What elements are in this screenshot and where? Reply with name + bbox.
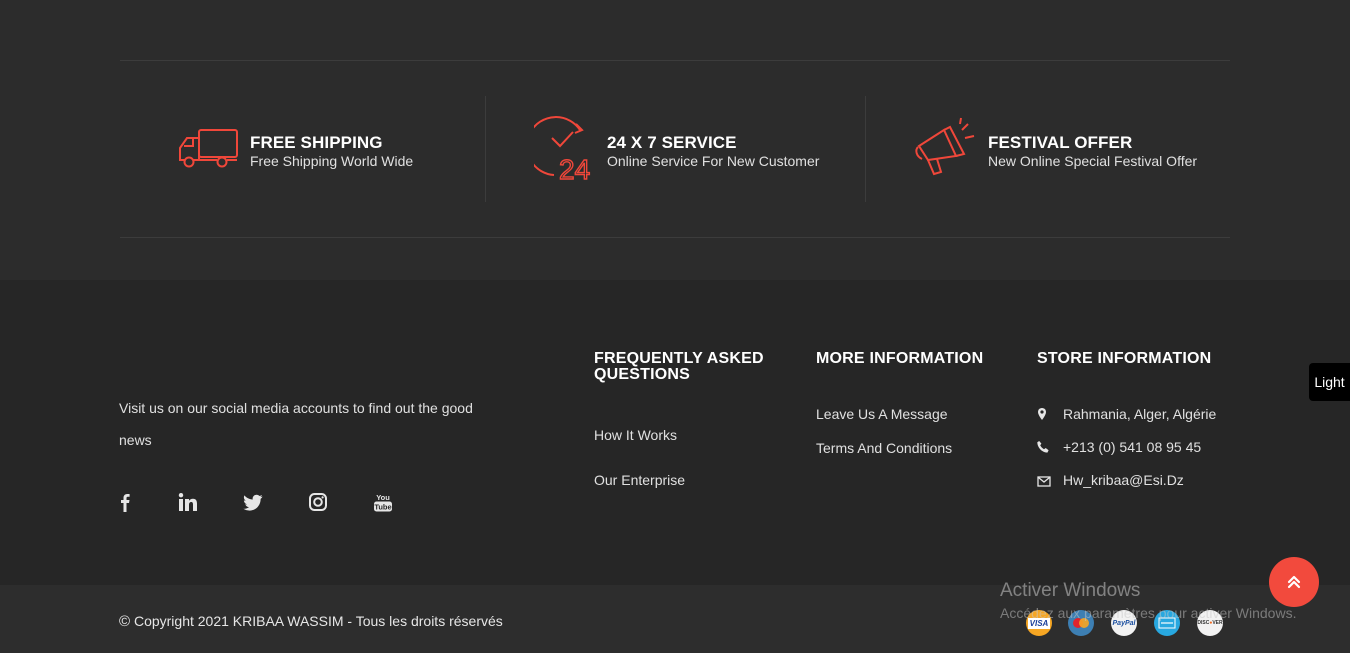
- windows-activation-title: Activer Windows: [1000, 580, 1141, 601]
- copyright-text: Copyright 2021 KRIBAA WASSIM - Tous les …: [133, 613, 503, 629]
- feature-subtitle: Free Shipping World Wide: [250, 153, 414, 169]
- feature-title: FREE SHIPPING: [250, 133, 383, 152]
- linkedin-icon[interactable]: [178, 492, 198, 512]
- feature-divider: [485, 96, 486, 202]
- megaphone-icon: [915, 117, 975, 176]
- footer: Visit us on our social media accounts to…: [0, 280, 1350, 585]
- store-address: Rahmania, Alger, Algérie: [1063, 406, 1217, 422]
- more-info-title: MORE INFORMATION: [816, 350, 984, 367]
- store-email[interactable]: Hw_kribaa@Esi.Dz: [1063, 472, 1184, 488]
- store-phone[interactable]: +213 (0) 541 08 95 45: [1063, 439, 1201, 455]
- scroll-to-top-button[interactable]: [1269, 557, 1319, 607]
- phone-icon: [1037, 441, 1049, 453]
- windows-activation-subtitle: Accédez aux paramètres pour activer Wind…: [1000, 605, 1297, 621]
- double-chevron-up-icon: [1287, 575, 1301, 589]
- link-terms[interactable]: Terms And Conditions: [816, 440, 952, 456]
- feature-title: FESTIVAL OFFER: [988, 133, 1133, 152]
- twitter-icon[interactable]: [243, 492, 263, 512]
- facebook-icon[interactable]: [115, 492, 135, 512]
- feature-subtitle: Online Service For New Customer: [607, 153, 820, 169]
- youtube-icon[interactable]: You Tube: [373, 492, 393, 512]
- copyright-icon: ©: [119, 613, 131, 630]
- clock-24-icon: 24: [534, 116, 591, 182]
- store-info-title: STORE INFORMATION: [1037, 350, 1212, 367]
- faq-link-our-enterprise[interactable]: Our Enterprise: [594, 472, 685, 488]
- copyright: © Copyright 2021 KRIBAA WASSIM - Tous le…: [119, 613, 503, 630]
- instagram-icon[interactable]: [308, 492, 328, 512]
- faq-link-how-it-works[interactable]: How It Works: [594, 427, 677, 443]
- link-leave-message[interactable]: Leave Us A Message: [816, 406, 948, 422]
- feature-title: 24 X 7 SERVICE: [607, 133, 737, 152]
- feature-divider: [865, 96, 866, 202]
- top-divider: [120, 60, 1230, 61]
- map-marker-icon: [1038, 408, 1046, 420]
- envelope-icon: [1037, 476, 1051, 487]
- svg-text:Tube: Tube: [374, 503, 391, 512]
- bottom-divider: [120, 237, 1230, 238]
- feature-subtitle: New Online Special Festival Offer: [988, 153, 1198, 169]
- delivery-truck-icon: [179, 129, 238, 168]
- features-band: FREE SHIPPING Free Shipping World Wide 2…: [0, 0, 1350, 280]
- about-text: Visit us on our social media accounts to…: [119, 400, 473, 448]
- theme-toggle[interactable]: Light: [1309, 363, 1350, 401]
- faq-title: FREQUENTLY ASKED QUESTIONS: [594, 350, 764, 383]
- svg-text:24: 24: [559, 154, 590, 182]
- svg-text:You: You: [376, 493, 390, 502]
